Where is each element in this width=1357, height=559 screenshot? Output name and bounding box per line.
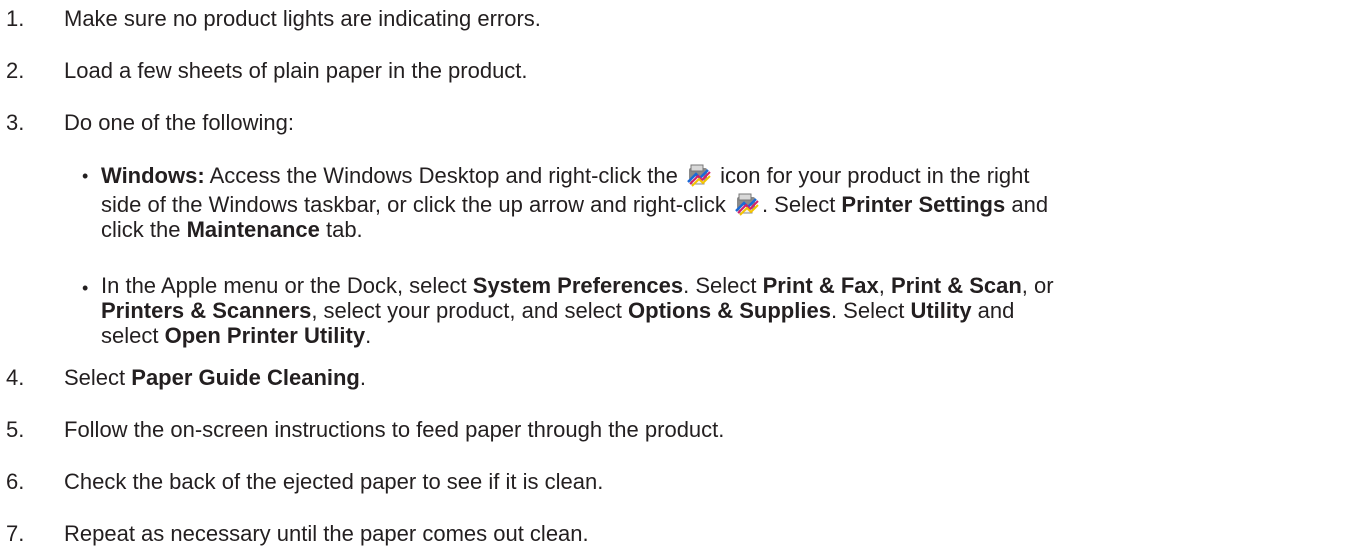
step-5: 5. Follow the on-screen instructions to … (0, 417, 724, 443)
options-supplies-label: Options & Supplies (628, 298, 831, 323)
mac-instructions: • In the Apple menu or the Dock, select … (82, 273, 1322, 348)
text: select (101, 323, 165, 348)
step-number: 6. (6, 469, 25, 494)
print-scan-label: Print & Scan (890, 273, 1022, 298)
step-number: 2. (6, 58, 25, 83)
instruction-document: 1. Make sure no product lights are indic… (0, 0, 1357, 559)
step-text: Follow the on-screen instructions to fee… (64, 417, 725, 442)
text: In the Apple menu or the Dock, select (101, 273, 473, 298)
windows-instructions-text: Windows: Access the Windows Desktop and … (101, 161, 1048, 242)
text: click the (101, 217, 187, 242)
open-printer-utility-label: Open Printer Utility (164, 323, 366, 348)
step-7: 7. Repeat as necessary until the paper c… (0, 521, 589, 547)
system-preferences-label: System Preferences (472, 273, 684, 298)
printer-status-icon (734, 191, 760, 217)
step-text: Select Paper Guide Cleaning. (64, 365, 366, 391)
print-fax-label: Print & Fax (762, 273, 879, 298)
step-text: Repeat as necessary until the paper come… (64, 521, 589, 546)
bullet: • (82, 166, 89, 186)
mac-instructions-text: In the Apple menu or the Dock, select Sy… (101, 273, 1054, 348)
step-text: Do one of the following: (64, 110, 294, 135)
step-text: Load a few sheets of plain paper in the … (64, 58, 528, 83)
maintenance-tab-label: Maintenance (186, 217, 320, 242)
text: and (971, 298, 1015, 323)
text: . Select (683, 273, 763, 298)
printer-settings-label: Printer Settings (841, 192, 1006, 217)
text: icon for your product in the right (714, 163, 1030, 188)
step-text: Check the back of the ejected paper to s… (64, 469, 604, 494)
step-3: 3. Do one of the following: (0, 110, 294, 136)
text: , or (1021, 273, 1054, 298)
step-number: 4. (6, 365, 25, 390)
step-number: 7. (6, 521, 25, 546)
text: side of the Windows taskbar, or click th… (101, 192, 732, 217)
step-4: 4. Select Paper Guide Cleaning. (0, 365, 366, 391)
text: and (1005, 192, 1049, 217)
bullet: • (82, 278, 89, 298)
paper-guide-cleaning-label: Paper Guide Cleaning (131, 365, 360, 390)
printers-scanners-label: Printers & Scanners (101, 298, 312, 323)
step-text: Make sure no product lights are indicati… (64, 6, 541, 31)
text: Select (64, 365, 132, 390)
text: , (878, 273, 891, 298)
step-number: 5. (6, 417, 25, 442)
utility-label: Utility (910, 298, 972, 323)
printer-status-icon (686, 162, 712, 188)
text: . (359, 365, 366, 390)
windows-instructions: • Windows: Access the Windows Desktop an… (82, 161, 1322, 242)
text: , select your product, and select (311, 298, 629, 323)
step-6: 6. Check the back of the ejected paper t… (0, 469, 603, 495)
step-number: 1. (6, 6, 25, 31)
text: . Select (761, 192, 842, 217)
step-number: 3. (6, 110, 25, 135)
windows-label: Windows: (101, 163, 205, 188)
step-2: 2. Load a few sheets of plain paper in t… (0, 58, 528, 84)
step-1: 1. Make sure no product lights are indic… (0, 6, 541, 32)
text: . (365, 323, 372, 348)
text: tab. (319, 217, 363, 242)
text: . Select (830, 298, 911, 323)
text: Access the Windows Desktop and right-cli… (204, 163, 685, 188)
